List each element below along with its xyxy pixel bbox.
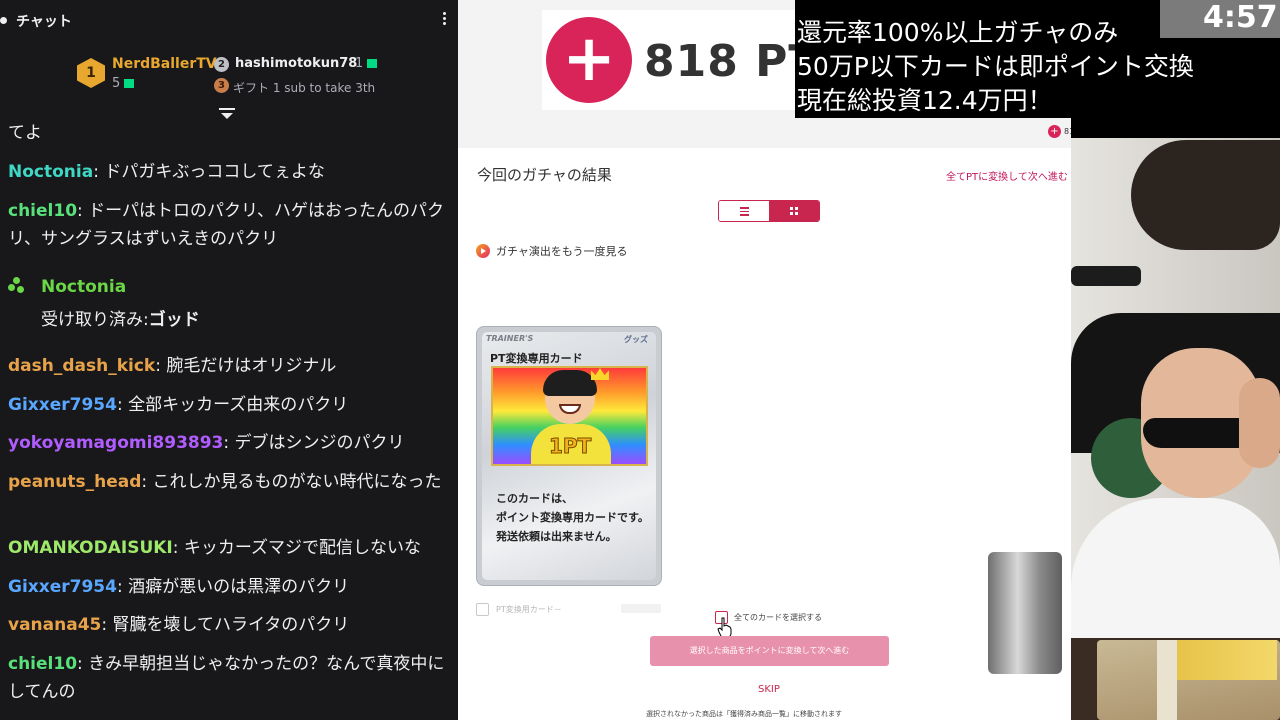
card-text-line: このカードは、: [496, 492, 573, 505]
gifter-1-count: 5: [112, 76, 135, 91]
play-icon: [476, 244, 490, 258]
webcam-feed: [1071, 138, 1280, 720]
message-text: 腕毛だけはオリジナル: [166, 356, 337, 376]
message-text: 全部キッカーズ由来のパクリ: [128, 395, 349, 415]
card-text-line: ポイント変換専用カードです。: [496, 511, 649, 524]
message-text: ドパガキぶっココしてぇよな: [104, 162, 325, 182]
grid-view-button[interactable]: [769, 201, 819, 221]
convert-all-link[interactable]: 全てPTに変換して次へ進む: [946, 168, 1068, 183]
collapse-chat-icon[interactable]: [0, 17, 7, 24]
stream-timer: 4:57: [1203, 0, 1278, 35]
message-username[interactable]: OMANKODAISUKI: [8, 538, 173, 558]
message-text: 腎臓を壊してハライタのパクリ: [112, 615, 350, 635]
gift-icon: [367, 59, 378, 68]
plus-icon: +: [1048, 125, 1061, 138]
caption-line: 還元率100%以上ガチャのみ: [797, 18, 1119, 47]
add-points-icon[interactable]: +: [546, 17, 632, 103]
points-header-value: 81: [1064, 127, 1071, 136]
chat-message: chiel10: ドーパはトロのパクリ、ハゲはおったんのパクリ、サングラスはずい…: [8, 201, 444, 249]
gifter-1-count-value: 5: [112, 76, 121, 91]
chat-message: dash_dash_kick: 腕毛だけはオリジナル: [8, 356, 337, 376]
message-username[interactable]: vanana45: [8, 615, 101, 635]
stream-caption: 還元率100%以上ガチャのみ 50万P以下カードは即ポイント交換 現在総投資12…: [795, 0, 1194, 118]
gift-leaderboard: 1 NerdBallerTV 5 2 hashimotokun78 1 3 ギフ…: [0, 52, 458, 96]
crown-icon: [591, 368, 609, 380]
gifter-1-name[interactable]: NerdBallerTV: [112, 56, 217, 72]
footnote: 選択されなかった商品は「獲得済み商品一覧」に移動されます: [646, 710, 842, 718]
message-text: これしか見るものがない時代になった: [152, 472, 442, 492]
gifter-3-prompt: ギフト 1 sub to take 3th: [233, 81, 376, 95]
caption-line: 現在総投資12.4万円！: [797, 86, 1053, 115]
gifter-2-count-value: 1: [355, 56, 364, 71]
select-all-label: 全てのカードを選択する: [734, 613, 822, 622]
message-username[interactable]: Gixxer7954: [8, 577, 117, 597]
chat-message: peanuts_head: これしか見るものがない時代になった: [8, 472, 442, 492]
rank-2-badge-icon: 2: [214, 57, 229, 72]
card-text-line: 発送依頼は出来ません。: [496, 530, 617, 543]
chat-message: OMANKODAISUKI: キッカーズマジで配信しないな: [8, 538, 422, 558]
result-card[interactable]: TRAINER'S グッズ PT変換専用カード 1PT このカードは、 ポイント…: [476, 326, 662, 586]
chat-message: Noctonia: ドパガキぶっココしてぇよな: [8, 162, 325, 182]
message-username[interactable]: dash_dash_kick: [8, 356, 155, 376]
mug-image: [988, 552, 1062, 674]
message-text: 酒癖が悪いのは黒澤のパクリ: [128, 577, 350, 597]
card-pt-label: 1PT: [548, 434, 592, 459]
chat-message: Gixxer7954: 全部キッカーズ由来のパクリ: [8, 395, 349, 415]
chat-title: チャット: [16, 14, 72, 30]
replay-animation-button[interactable]: ガチャ演出をもう一度見る: [476, 243, 628, 259]
card-category: グッズ: [624, 335, 648, 344]
card-value-placeholder: [621, 604, 661, 613]
rank-1-badge-icon: 1: [77, 58, 105, 88]
chat-message: vanana45: 腎臓を壊してハライタのパクリ: [8, 615, 350, 635]
card-select-row: PT変換用カード－: [476, 603, 562, 616]
view-toggle: [718, 200, 820, 222]
skip-link[interactable]: SKIP: [758, 684, 780, 695]
message-text: デブはシンジのパクリ: [234, 433, 405, 453]
convert-selected-button[interactable]: 選択した商品をポイントに変換して次へ進む: [650, 636, 889, 666]
points-header-badge[interactable]: + 81: [1048, 125, 1071, 138]
reward-item: ゴッド: [148, 310, 200, 330]
message-username[interactable]: chiel10: [8, 201, 77, 221]
rank-3-badge-icon: 3: [214, 78, 229, 93]
caption-line: 50万P以下カードは即ポイント交換: [797, 52, 1194, 81]
message-username[interactable]: chiel10: [8, 654, 77, 674]
list-icon: [739, 207, 749, 216]
chat-message: てよ: [8, 119, 448, 147]
message-username[interactable]: Gixxer7954: [8, 395, 117, 415]
reward-text: 受け取り済み:ゴッド: [41, 305, 200, 330]
grid-icon: [790, 207, 798, 215]
card-description: このカードは、 ポイント変換専用カードです。 発送依頼は出来ません。: [496, 489, 656, 546]
replay-label: ガチャ演出をもう一度見る: [496, 245, 628, 258]
gifter-2-count: 1: [355, 56, 378, 71]
card-face: TRAINER'S グッズ PT変換専用カード 1PT このカードは、 ポイント…: [482, 332, 656, 580]
money-stack-image: [1097, 640, 1280, 720]
reward-icon: [8, 277, 26, 295]
chat-message: yokoyamagomi893893: デブはシンジのパクリ: [8, 433, 405, 453]
list-view-button[interactable]: [719, 201, 769, 221]
card-fine-print: [491, 470, 648, 484]
message-text: キッカーズマジで配信しないな: [183, 538, 422, 558]
gifter-2-name[interactable]: hashimotokun78: [235, 56, 357, 71]
message-text: てよ: [8, 123, 42, 143]
reward-username[interactable]: Noctonia: [41, 277, 126, 297]
card-artwork: 1PT: [491, 366, 648, 466]
chat-panel: チャット 1 NerdBallerTV 5 2 hashimotokun78 1…: [0, 0, 458, 720]
page-title: 今回のガチャの結果: [477, 166, 612, 184]
reward-prefix: 受け取り済み:: [41, 310, 149, 330]
message-username[interactable]: yokoyamagomi893893: [8, 433, 223, 453]
stream-frame: チャット 1 NerdBallerTV 5 2 hashimotokun78 1…: [0, 0, 1280, 720]
card-top-label: TRAINER'S: [486, 334, 534, 343]
chat-message: chiel10: きみ早朝担当じゃなかったの？なんで真夜中にしてんの: [8, 654, 445, 702]
gift-icon: [124, 79, 135, 88]
message-username[interactable]: Noctonia: [8, 162, 93, 182]
message-username[interactable]: peanuts_head: [8, 472, 141, 492]
more-options-icon[interactable]: [440, 12, 448, 30]
points-balance: 818 PT: [644, 36, 820, 87]
card-label: PT変換用カード－: [496, 605, 562, 614]
card-name: PT変換専用カード: [490, 352, 583, 365]
chat-message: Gixxer7954: 酒癖が悪いのは黒澤のパクリ: [8, 577, 350, 597]
chat-header: チャット: [0, 0, 458, 40]
card-type-line: TRAINER'S グッズ: [486, 334, 654, 346]
card-checkbox[interactable]: [476, 603, 489, 616]
